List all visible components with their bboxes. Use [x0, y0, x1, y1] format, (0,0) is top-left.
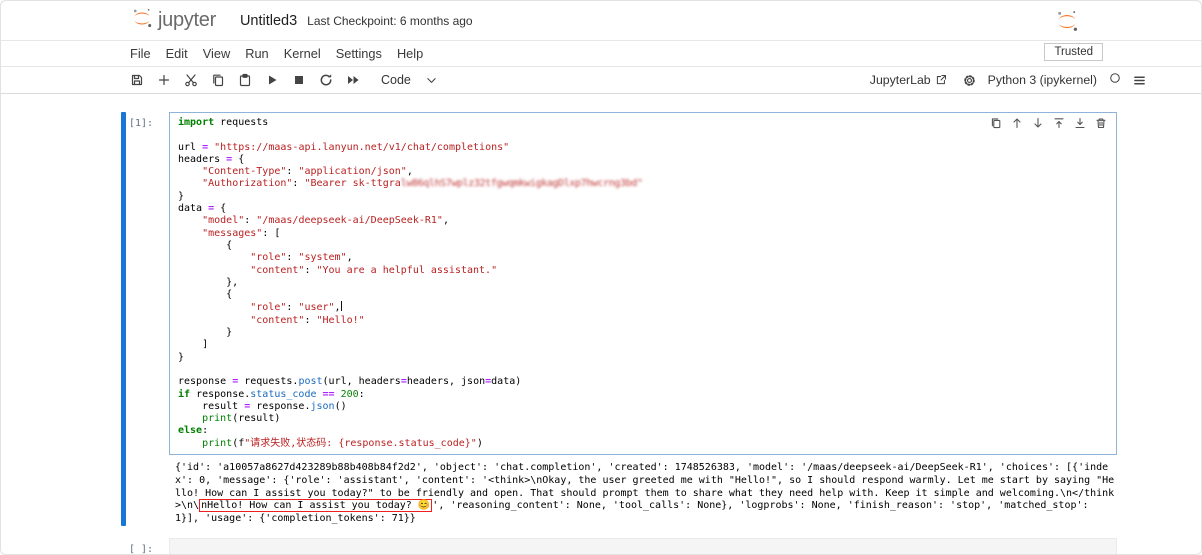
cut-cell-button[interactable]: [184, 73, 198, 87]
insert-cell-above-button[interactable]: [1053, 117, 1065, 129]
highlighted-response: nHello! How can I assist you today? 😊: [199, 499, 432, 512]
main-toolbar: Code JupyterLab Python 3 (ipykernel): [1, 67, 1201, 94]
copy-cell-button[interactable]: [211, 73, 225, 87]
execution-prompt: [1]:: [126, 112, 169, 455]
code-editor[interactable]: import requestsurl = "https://maas-api.l…: [169, 112, 1117, 455]
checkpoint-status: Last Checkpoint: 6 months ago: [307, 14, 472, 28]
cell-output: {'id': 'a10057a8627d423289b88b408b84f2d2…: [169, 458, 1117, 526]
output-prompt: [126, 458, 169, 526]
jupyter-wordmark: jupyter: [158, 9, 216, 32]
menu-view[interactable]: View: [203, 46, 231, 61]
empty-cell-editor[interactable]: [169, 538, 1117, 555]
duplicate-cell-button[interactable]: [990, 117, 1002, 129]
move-cell-up-button[interactable]: [1011, 117, 1023, 129]
insert-cell-below-button[interactable]: [1074, 117, 1086, 129]
menu-items: File Edit View Run Kernel Settings Help: [130, 46, 423, 61]
settings-gear-button[interactable]: [963, 74, 976, 87]
code-content: import requestsurl = "https://maas-api.l…: [178, 117, 1108, 450]
move-cell-down-button[interactable]: [1032, 117, 1044, 129]
cell-type-dropdown[interactable]: Code: [381, 73, 452, 87]
empty-cell: [ ]:: [121, 538, 1117, 555]
run-cell-button[interactable]: [265, 73, 279, 87]
kernel-name[interactable]: Python 3 (ipykernel): [988, 73, 1097, 87]
menu-run[interactable]: Run: [245, 46, 268, 61]
cell-type-value: Code: [381, 73, 411, 87]
open-in-jupyterlab-link[interactable]: JupyterLab: [870, 73, 951, 87]
menu-kernel[interactable]: Kernel: [284, 46, 321, 61]
top-bar: jupyter Untitled3 Last Checkpoint: 6 mon…: [1, 1, 1201, 41]
cell-toolbar: [988, 116, 1109, 130]
add-cell-button[interactable]: [157, 73, 171, 87]
view-menu-button[interactable]: [1133, 74, 1146, 87]
jupyter-planet-icon: [131, 7, 153, 34]
jupyter-app: jupyter Untitled3 Last Checkpoint: 6 mon…: [0, 0, 1202, 555]
toolbar-right: JupyterLab Python 3 (ipykernel): [870, 71, 1146, 89]
menu-edit[interactable]: Edit: [166, 46, 188, 61]
kernel-status-icon: [1109, 71, 1121, 89]
jupyter-logo[interactable]: jupyter: [131, 7, 216, 34]
restart-kernel-button[interactable]: [319, 73, 333, 87]
menu-bar: File Edit View Run Kernel Settings Help …: [1, 41, 1201, 67]
jupyter-icon[interactable]: [1055, 9, 1079, 38]
restart-run-all-button[interactable]: [346, 73, 360, 87]
trusted-badge[interactable]: Trusted: [1044, 43, 1103, 61]
interrupt-kernel-button[interactable]: [292, 73, 306, 87]
paste-cell-button[interactable]: [238, 73, 252, 87]
menu-help[interactable]: Help: [397, 46, 423, 61]
jupyterlab-label: JupyterLab: [870, 73, 931, 87]
menu-settings[interactable]: Settings: [336, 46, 382, 61]
code-cell: [1]:: [121, 112, 1117, 526]
menu-file[interactable]: File: [130, 46, 151, 61]
notebook-title[interactable]: Untitled3: [240, 13, 297, 29]
notebook-area: [1]:: [1, 94, 1201, 555]
delete-cell-button[interactable]: [1095, 117, 1107, 129]
empty-execution-prompt: [ ]:: [126, 538, 169, 555]
save-button[interactable]: [130, 73, 144, 87]
